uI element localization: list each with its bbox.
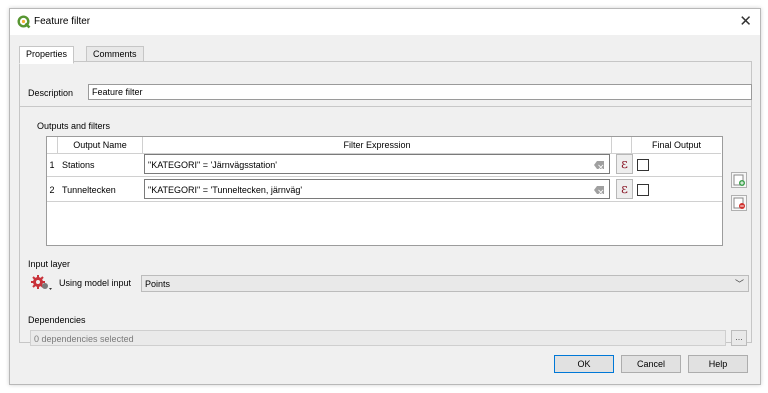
- filter-expression-text: "KATEGORI" = 'Tunneltecken, järnväg': [148, 185, 303, 195]
- filter-expression-text: "KATEGORI" = 'Järnvägsstation': [148, 160, 277, 170]
- remove-output-icon: [733, 197, 745, 209]
- input-mode-button[interactable]: [30, 273, 54, 293]
- final-output-checkbox[interactable]: [637, 159, 649, 171]
- title-bar: Feature filter ✕: [10, 9, 760, 35]
- row-number: 1: [49, 160, 55, 170]
- properties-panel: Description Feature filter Outputs and f…: [19, 61, 752, 346]
- add-output-button[interactable]: [731, 172, 747, 188]
- input-layer-value: Points: [145, 279, 171, 289]
- column-header-output-name[interactable]: Output Name: [58, 137, 143, 154]
- column-header-final-output[interactable]: Final Output: [632, 137, 721, 154]
- output-name-cell[interactable]: Tunneltecken: [62, 185, 116, 195]
- row-divider: [47, 176, 722, 177]
- input-layer-label: Input layer: [28, 259, 71, 269]
- feature-filter-dialog: Feature filter ✕ Properties Comments Des…: [9, 8, 761, 385]
- output-name-cell[interactable]: Stations: [62, 160, 95, 170]
- add-output-icon: [733, 174, 745, 186]
- filter-expression-field[interactable]: "KATEGORI" = 'Järnvägsstation': [144, 154, 610, 174]
- input-mode-label: Using model input: [59, 278, 132, 288]
- row-number: 2: [49, 185, 55, 195]
- expression-builder-button[interactable]: ε: [616, 154, 633, 174]
- chevron-down-icon: ﹀: [734, 279, 744, 289]
- clear-icon[interactable]: [594, 161, 604, 169]
- separator: [20, 106, 751, 107]
- window-title: Feature filter: [34, 16, 91, 27]
- remove-output-button[interactable]: [731, 195, 747, 211]
- cancel-button[interactable]: Cancel: [621, 355, 681, 373]
- description-input[interactable]: Feature filter: [88, 84, 752, 100]
- clear-icon[interactable]: [594, 186, 604, 194]
- gear-icon: [31, 275, 52, 290]
- input-layer-select[interactable]: Points ﹀: [141, 275, 749, 292]
- ok-button[interactable]: OK: [554, 355, 614, 373]
- help-button[interactable]: Help: [688, 355, 748, 373]
- expression-builder-button[interactable]: ε: [616, 179, 633, 199]
- column-header-blank: [612, 137, 632, 154]
- corner-header: [47, 137, 58, 154]
- close-icon[interactable]: ✕: [739, 12, 752, 30]
- browse-dependencies-button[interactable]: ...: [731, 330, 747, 346]
- outputs-group-label: Outputs and filters: [37, 121, 111, 131]
- row-divider: [47, 201, 722, 202]
- outputs-table: Output Name Filter Expression Final Outp…: [46, 136, 723, 246]
- tab-properties[interactable]: Properties: [19, 46, 75, 64]
- column-header-filter-expression[interactable]: Filter Expression: [143, 137, 612, 154]
- final-output-checkbox[interactable]: [637, 184, 649, 196]
- qgis-logo-icon: [17, 15, 31, 29]
- description-label: Description: [28, 88, 74, 98]
- filter-expression-field[interactable]: "KATEGORI" = 'Tunneltecken, järnväg': [144, 179, 610, 199]
- dependencies-label: Dependencies: [28, 315, 86, 325]
- dependencies-field: 0 dependencies selected: [30, 330, 726, 346]
